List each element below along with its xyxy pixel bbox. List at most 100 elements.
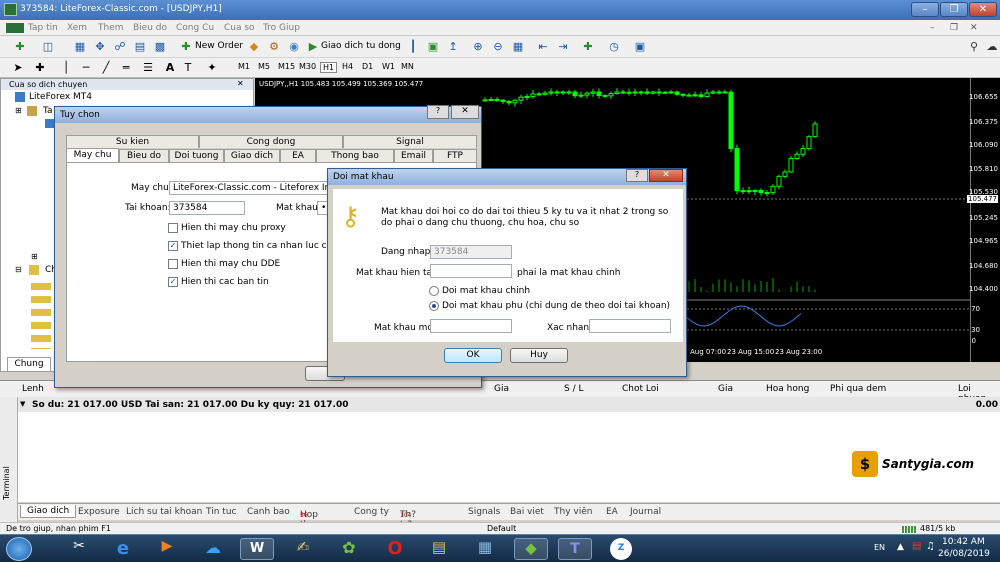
tf-d1[interactable]: D1 xyxy=(362,62,373,71)
community-icon[interactable]: ☁ xyxy=(984,39,1000,55)
teams-icon[interactable]: T xyxy=(558,538,592,560)
metatrader-icon[interactable]: ◆ xyxy=(514,538,548,560)
line-chart-icon[interactable]: ↥ xyxy=(445,39,461,55)
help-icon[interactable]: ? xyxy=(626,169,648,182)
onedrive-icon[interactable]: ☁ xyxy=(196,538,230,560)
child-restore-icon[interactable]: ❐ xyxy=(950,23,958,33)
close-button[interactable]: ✕ xyxy=(969,2,997,17)
search-icon[interactable]: ⚲ xyxy=(966,39,982,55)
password-close-button[interactable]: ✕ xyxy=(649,169,683,182)
candlestick-icon[interactable]: ▣ xyxy=(425,39,441,55)
current-password-field[interactable] xyxy=(430,264,512,278)
menu-insert[interactable]: Them xyxy=(98,23,124,33)
checkbox-personal-data[interactable]: ✓ xyxy=(168,241,178,251)
tab-mailbox[interactable]: Hop thu56 xyxy=(300,507,318,530)
menu-tools[interactable]: Cong Cu xyxy=(176,23,214,33)
word-icon[interactable]: W xyxy=(240,538,274,560)
checkbox-news[interactable]: ✓ xyxy=(168,277,178,287)
tab-signal[interactable]: Signal xyxy=(343,135,477,148)
notes-icon[interactable]: ▦ xyxy=(468,538,502,560)
new-chart-icon[interactable]: ✚ xyxy=(12,39,28,55)
tester-icon[interactable]: ▩ xyxy=(152,39,168,55)
data-window-icon[interactable]: ✥ xyxy=(92,39,108,55)
vertical-line-icon[interactable]: │ xyxy=(58,60,74,76)
tab-market[interactable]: Th? tr?ng104 xyxy=(400,507,416,540)
tile-windows-icon[interactable]: ▦ xyxy=(510,39,526,55)
tree-expander-icon[interactable]: ⊞ xyxy=(15,106,22,115)
new-order-button[interactable]: New Order xyxy=(195,41,243,51)
profiles-icon[interactable]: ◫ xyxy=(40,39,56,55)
indicators-icon[interactable]: ✚ xyxy=(580,39,596,55)
confirm-password-field[interactable] xyxy=(589,319,671,333)
trendline-icon[interactable]: ╱ xyxy=(98,60,114,76)
tab-alerts[interactable]: Canh bao xyxy=(247,507,290,517)
language-indicator[interactable]: EN xyxy=(874,543,885,552)
ok-button[interactable]: OK xyxy=(444,348,502,363)
tf-w1[interactable]: W1 xyxy=(382,62,395,71)
menu-window[interactable]: Cua so xyxy=(224,23,255,33)
tab-journal[interactable]: Journal xyxy=(630,507,661,517)
options-close-button[interactable]: ✕ xyxy=(451,105,479,119)
signals-icon[interactable]: ◉ xyxy=(286,39,302,55)
channel-icon[interactable]: ═ xyxy=(118,60,134,76)
tab-company[interactable]: Cong ty xyxy=(354,507,389,517)
balance-row[interactable]: ▼ So du: 21 017.00 USD Tai san: 21 017.0… xyxy=(18,397,1000,412)
col-swap[interactable]: Phi qua dem xyxy=(830,384,886,394)
shapes-icon[interactable]: ✦ xyxy=(204,60,220,76)
cancel-button[interactable]: Huy xyxy=(510,348,568,363)
navigator-item-accounts[interactable]: Ta xyxy=(43,106,53,116)
new-order-icon[interactable]: ✚ xyxy=(178,39,194,55)
tf-h1[interactable]: H1 xyxy=(320,62,338,73)
autoscroll-icon[interactable]: ⇤ xyxy=(535,39,551,55)
col-price[interactable]: Gia xyxy=(494,384,509,394)
tab-events[interactable]: Su kien xyxy=(66,135,199,148)
auto-trade-button[interactable]: Giao dich tu dong xyxy=(321,41,401,51)
child-close-icon[interactable]: ✕ xyxy=(970,23,978,33)
auto-trade-icon[interactable]: ▶ xyxy=(305,39,321,55)
tray-arrow-icon[interactable]: ▲ xyxy=(897,542,904,552)
col-tp[interactable]: Chot Loi xyxy=(622,384,659,394)
col-order[interactable]: Lenh xyxy=(22,384,44,394)
tab-history[interactable]: Lich su tai khoan xyxy=(126,507,202,517)
bar-chart-icon[interactable]: ┃ xyxy=(405,39,421,55)
clock-time[interactable]: 10:42 AM xyxy=(942,537,985,547)
menu-file[interactable]: Tap tin xyxy=(28,23,58,33)
account-field[interactable]: 373584 xyxy=(169,201,245,215)
menu-charts[interactable]: Bieu do xyxy=(133,23,167,33)
media-player-icon[interactable]: ▶ xyxy=(150,538,184,560)
network-icon[interactable]: ▤ xyxy=(912,541,921,552)
cursor-icon[interactable]: ➤ xyxy=(10,60,26,76)
tf-m15[interactable]: M15 xyxy=(278,62,295,71)
tab-news[interactable]: Tin tuc xyxy=(206,507,236,517)
zalo-icon[interactable]: Z xyxy=(610,538,632,560)
tab-trade[interactable]: Giao dich xyxy=(20,505,77,518)
tf-m1[interactable]: M1 xyxy=(238,62,250,71)
col-price2[interactable]: Gia xyxy=(718,384,733,394)
radio-investor-password[interactable] xyxy=(429,301,439,311)
tree-expander-icon[interactable]: ⊞ xyxy=(31,252,38,261)
templates-icon[interactable]: ▣ xyxy=(632,39,648,55)
tab-community[interactable]: Cong dong xyxy=(199,135,343,148)
tab-articles[interactable]: Bai viet xyxy=(510,507,544,517)
start-button[interactable] xyxy=(6,537,32,561)
tab-library[interactable]: Thy viên xyxy=(554,507,592,517)
market-watch-icon[interactable]: ▦ xyxy=(72,39,88,55)
explorer-icon[interactable]: ▤ xyxy=(422,538,456,560)
zoom-out-icon[interactable]: ⊖ xyxy=(490,39,506,55)
tab-objects[interactable]: Doi tuong xyxy=(169,149,224,162)
label-icon[interactable]: T xyxy=(180,60,196,76)
tab-experts[interactable]: EA xyxy=(606,507,618,517)
clock-date[interactable]: 26/08/2019 xyxy=(938,549,990,559)
tab-trade[interactable]: Giao dich xyxy=(224,149,280,162)
tab-exposure[interactable]: Exposure xyxy=(78,507,120,517)
checkbox-dde[interactable] xyxy=(168,259,178,269)
tree-expander-icon[interactable]: ⊟ xyxy=(15,265,22,274)
tf-m30[interactable]: M30 xyxy=(299,62,316,71)
server-select[interactable]: LiteForex-Classic.com - Liteforex Invest… xyxy=(169,181,337,195)
tab-notifications[interactable]: Thong bao xyxy=(316,149,394,162)
col-sl[interactable]: S / L xyxy=(564,384,583,394)
horizontal-line-icon[interactable]: ─ xyxy=(78,60,94,76)
terminal-icon[interactable]: ▤ xyxy=(132,39,148,55)
tf-h4[interactable]: H4 xyxy=(342,62,353,71)
navigator-icon[interactable]: ☍ xyxy=(112,39,128,55)
